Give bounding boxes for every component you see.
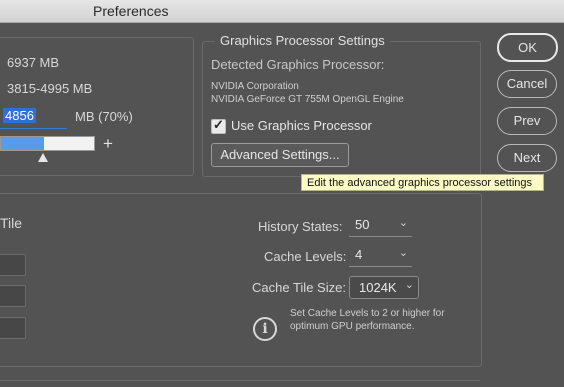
- detected-gpu-label: Detected Graphics Processor:: [211, 57, 385, 72]
- ideal-range-value: 3815-4995 MB: [7, 81, 93, 96]
- cache-tile-size-value: 1024K: [359, 280, 397, 295]
- use-gpu-checkbox[interactable]: ✓: [211, 117, 226, 134]
- graphics-processor-legend: Graphics Processor Settings: [215, 33, 390, 48]
- chevron-down-icon: ⌄: [398, 217, 408, 229]
- ok-button[interactable]: OK: [497, 33, 558, 62]
- info-icon: i: [253, 317, 277, 341]
- history-states-select[interactable]: 50 ⌄: [349, 215, 412, 237]
- advanced-settings-button[interactable]: Advanced Settings...: [211, 143, 349, 167]
- memory-field[interactable]: 4856: [0, 106, 67, 129]
- cache-preset-field-1[interactable]: [0, 254, 26, 276]
- history-states-label: History States:: [258, 219, 343, 234]
- cancel-button[interactable]: Cancel: [497, 70, 557, 98]
- use-gpu-label[interactable]: Use Graphics Processor: [231, 118, 372, 133]
- prev-button[interactable]: Prev: [497, 107, 557, 135]
- cache-tile-size-label: Cache Tile Size:: [252, 280, 346, 295]
- memory-slider-handle[interactable]: [38, 153, 48, 162]
- chevron-down-icon: ⌄: [398, 247, 408, 259]
- history-states-value: 50: [355, 217, 370, 232]
- checkmark-icon: ✓: [213, 117, 224, 132]
- bottom-panel-edge: [0, 380, 480, 387]
- cache-optimize-partial-label: Tile: [0, 215, 23, 231]
- cache-levels-label: Cache Levels:: [264, 249, 347, 264]
- next-button[interactable]: Next: [497, 144, 557, 172]
- cache-levels-value: 4: [355, 247, 363, 262]
- memory-percent-label: MB (70%): [75, 109, 133, 124]
- gpu-name: NVIDIA GeForce GT 755M OpenGL Engine: [211, 94, 404, 105]
- window-title: Preferences: [93, 3, 169, 19]
- gpu-vendor: NVIDIA Corporation: [211, 81, 299, 92]
- memory-slider-track[interactable]: [0, 136, 95, 151]
- memory-field-value: 4856: [3, 108, 36, 123]
- cache-tile-size-select[interactable]: 1024K ⌄: [349, 276, 419, 299]
- cache-preset-field-3[interactable]: [0, 317, 26, 339]
- available-ram-value: 6937 MB: [7, 55, 60, 70]
- chevron-down-icon: ⌄: [404, 279, 414, 291]
- memory-slider-fill: [1, 137, 44, 150]
- title-bar: [0, 0, 564, 23]
- cache-info-line-2: optimum GPU performance.: [290, 321, 415, 332]
- cache-preset-field-2[interactable]: [0, 285, 26, 307]
- cache-info-line-1: Set Cache Levels to 2 or higher for: [290, 308, 445, 319]
- increase-memory-icon[interactable]: +: [103, 134, 113, 154]
- advanced-settings-tooltip: Edit the advanced graphics processor set…: [301, 174, 544, 191]
- cache-levels-select[interactable]: 4 ⌄: [349, 245, 412, 267]
